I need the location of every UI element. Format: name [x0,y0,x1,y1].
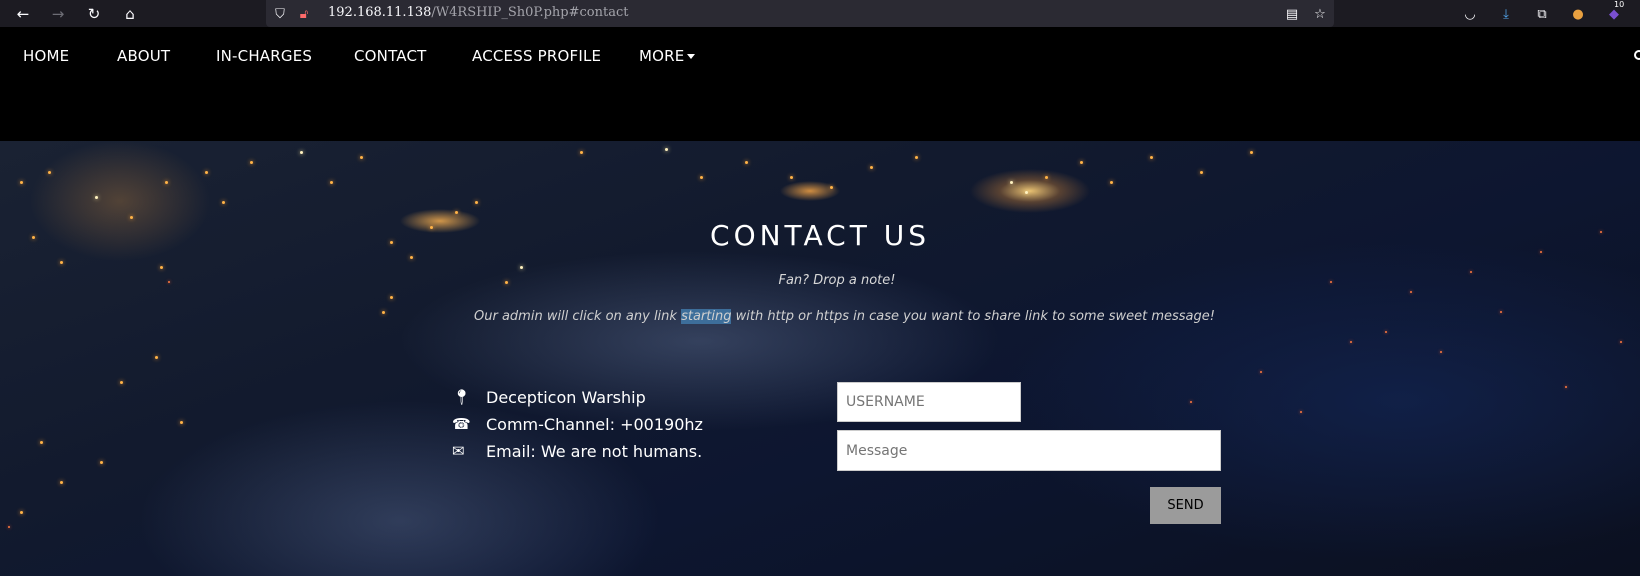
extension-badge-count: 10 [1614,0,1625,9]
contact-section: CONTACT US Fan? Drop a note! Our admin w… [0,141,1640,576]
browser-toolbar: ← → ↻ ⌂ ⛉ 🔓︎ 192.168.11.138/W4RSHIP_Sh0P… [0,0,1640,27]
caret-down-icon [687,54,696,59]
nav-more[interactable]: MORE [639,47,696,65]
envelope-icon: ✉ [452,442,465,460]
contact-title: CONTACT US [710,219,930,252]
nav-home[interactable]: HOME [23,47,69,65]
back-icon[interactable]: ← [12,3,34,25]
info-email: ✉ Email: We are not humans. [452,439,702,463]
bookmark-star-icon[interactable]: ☆ [1310,4,1330,24]
username-input[interactable]: USERNAME [837,382,1021,422]
search-icon[interactable] [1634,50,1640,60]
address-bar[interactable]: ⛉ 🔓︎ 192.168.11.138/W4RSHIP_Sh0P.php#con… [266,0,1334,27]
shield-icon[interactable]: ⛉ [270,4,290,24]
send-button[interactable]: SEND [1150,487,1221,524]
url-text[interactable]: 192.168.11.138/W4RSHIP_Sh0P.php#contact [328,5,628,20]
info-phone: ☎ Comm-Channel: +00190hz [452,412,703,436]
reader-view-icon[interactable]: ▤ [1282,4,1302,24]
nav-access-profile[interactable]: ACCESS PROFILE [472,47,601,65]
site-navbar: HOME ABOUT IN-CHARGES CONTACT ACCESS PRO… [0,32,1640,141]
contact-subtitle: Fan? Drop a note! [778,273,896,288]
url-host: 192.168.11.138 [328,5,432,20]
info-location: 📍︎ Decepticon Warship [452,385,646,409]
extension-avatar-icon[interactable]: ● [1568,4,1588,24]
note-text-before: Our admin will click on any link [474,309,682,324]
phone-icon: ☎ [452,415,471,433]
url-path: /W4RSHIP_Sh0P.php#contact [431,5,629,20]
nav-more-label: MORE [639,47,685,65]
note-text-after: with http or https in case you want to s… [731,309,1215,324]
map-marker-icon: 📍︎ [452,388,472,406]
insecure-lock-icon[interactable]: 🔓︎ [294,4,314,24]
download-icon[interactable]: ⤓ [1496,4,1516,24]
nav-in-charges[interactable]: IN-CHARGES [216,47,312,65]
admin-note: Our admin will click on any link startin… [474,309,1215,324]
info-phone-text: Comm-Channel: +00190hz [486,414,703,434]
forward-icon[interactable]: → [47,3,69,25]
nav-contact[interactable]: CONTACT [354,47,427,65]
home-icon[interactable]: ⌂ [119,3,141,25]
reload-icon[interactable]: ↻ [83,3,105,25]
info-email-text: Email: We are not humans. [486,441,703,461]
pocket-icon[interactable]: ◡ [1460,4,1480,24]
info-location-text: Decepticon Warship [486,387,646,407]
extensions-icon[interactable]: ⧉ [1532,4,1552,24]
nav-about[interactable]: ABOUT [117,47,170,65]
note-selected-text: starting [681,309,732,324]
message-input[interactable]: Message [837,430,1221,471]
